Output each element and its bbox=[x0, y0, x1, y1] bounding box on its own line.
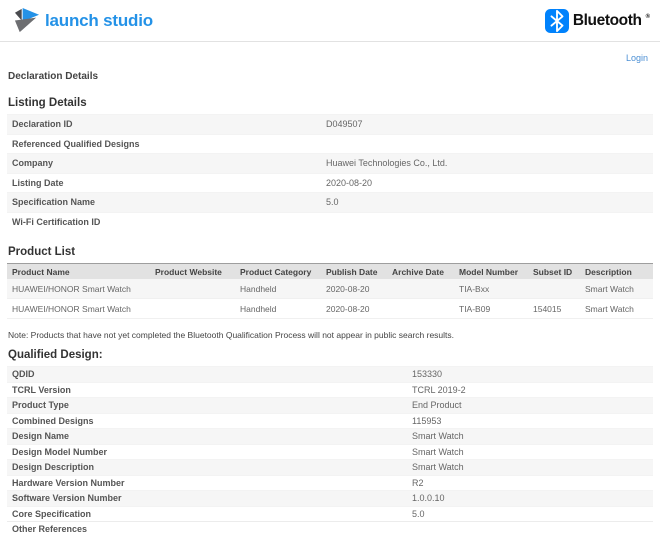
detail-label: Listing Date bbox=[7, 178, 326, 188]
detail-value: End Product bbox=[412, 400, 653, 410]
cell-description: Smart Watch bbox=[580, 299, 653, 319]
bluetooth-icon bbox=[545, 9, 569, 33]
detail-label: Core Specification bbox=[7, 509, 412, 519]
launch-studio-wordmark: launch studio bbox=[45, 11, 153, 31]
cell-product-website bbox=[150, 299, 235, 319]
product-table-body: HUAWEI/HONOR Smart Watch Handheld 2020-0… bbox=[7, 279, 653, 319]
detail-row: Design Name Smart Watch bbox=[7, 428, 653, 444]
detail-row: Other References bbox=[7, 521, 653, 537]
bluetooth-wordmark: Bluetooth bbox=[573, 9, 642, 33]
detail-value: 153330 bbox=[412, 369, 653, 379]
page-title: Declaration Details bbox=[8, 71, 653, 82]
listing-details-title: Listing Details bbox=[8, 97, 653, 109]
detail-value: TCRL 2019-2 bbox=[412, 385, 653, 395]
main-content: Declaration Details Listing Details Decl… bbox=[0, 71, 660, 537]
detail-label: Declaration ID bbox=[7, 119, 326, 129]
detail-value: Huawei Technologies Co., Ltd. bbox=[326, 158, 653, 168]
cell-product-website bbox=[150, 279, 235, 299]
product-table-header-cell: Product Category bbox=[235, 264, 321, 280]
product-table-header-cell: Description bbox=[580, 264, 653, 280]
detail-value: 5.0 bbox=[412, 509, 653, 519]
cell-archive-date bbox=[387, 299, 454, 319]
detail-value: R2 bbox=[412, 478, 653, 488]
cell-publish-date: 2020-08-20 bbox=[321, 279, 387, 299]
product-table-row: HUAWEI/HONOR Smart Watch Handheld 2020-0… bbox=[7, 279, 653, 299]
cell-publish-date: 2020-08-20 bbox=[321, 299, 387, 319]
detail-label: QDID bbox=[7, 369, 412, 379]
detail-row: Core Specification 5.0 bbox=[7, 506, 653, 522]
detail-row: Referenced Qualified Designs bbox=[7, 134, 653, 154]
cell-product-category: Handheld bbox=[235, 279, 321, 299]
detail-row: Design Model Number Smart Watch bbox=[7, 444, 653, 460]
detail-label: Wi-Fi Certification ID bbox=[7, 217, 326, 227]
cell-product-name: HUAWEI/HONOR Smart Watch bbox=[7, 279, 150, 299]
product-table-header-cell: Product Name bbox=[7, 264, 150, 280]
header: launch studio Bluetooth ® bbox=[0, 0, 660, 42]
detail-label: Design Description bbox=[7, 462, 412, 472]
qualified-design-title: Qualified Design: bbox=[8, 349, 653, 361]
detail-label: Company bbox=[7, 158, 326, 168]
cell-model-number: TIA-Bxx bbox=[454, 279, 528, 299]
product-table: Product Name Product Website Product Cat… bbox=[7, 263, 653, 319]
launch-studio-logo[interactable]: launch studio bbox=[13, 7, 153, 34]
cell-archive-date bbox=[387, 279, 454, 299]
cell-subset-id: 154015 bbox=[528, 299, 580, 319]
detail-row: QDID 153330 bbox=[7, 366, 653, 382]
listing-details-rows: Declaration ID D049507 Referenced Qualif… bbox=[7, 114, 653, 231]
detail-value: 5.0 bbox=[326, 197, 653, 207]
detail-row: Combined Designs 115953 bbox=[7, 413, 653, 429]
cell-model-number: TIA-B09 bbox=[454, 299, 528, 319]
login-row: Login bbox=[0, 42, 660, 61]
detail-row: Design Description Smart Watch bbox=[7, 459, 653, 475]
product-table-header-cell: Publish Date bbox=[321, 264, 387, 280]
detail-label: Design Name bbox=[7, 431, 412, 441]
product-list-title: Product List bbox=[8, 246, 653, 258]
product-table-header-cell: Subset ID bbox=[528, 264, 580, 280]
detail-label: TCRL Version bbox=[7, 385, 412, 395]
detail-row: TCRL Version TCRL 2019-2 bbox=[7, 382, 653, 398]
detail-label: Other References bbox=[7, 524, 412, 534]
detail-row: Declaration ID D049507 bbox=[7, 114, 653, 134]
detail-row: Wi-Fi Certification ID bbox=[7, 212, 653, 232]
qualification-note: Note: Products that have not yet complet… bbox=[8, 330, 653, 340]
cell-product-name: HUAWEI/HONOR Smart Watch bbox=[7, 299, 150, 319]
detail-label: Hardware Version Number bbox=[7, 478, 412, 488]
cell-product-category: Handheld bbox=[235, 299, 321, 319]
detail-row: Company Huawei Technologies Co., Ltd. bbox=[7, 153, 653, 173]
detail-row: Software Version Number 1.0.0.10 bbox=[7, 490, 653, 506]
detail-row: Specification Name 5.0 bbox=[7, 192, 653, 212]
detail-value: 2020-08-20 bbox=[326, 178, 653, 188]
product-table-header-row: Product Name Product Website Product Cat… bbox=[7, 264, 653, 280]
launch-studio-icon bbox=[13, 7, 40, 34]
detail-value: D049507 bbox=[326, 119, 653, 129]
bluetooth-logo[interactable]: Bluetooth ® bbox=[545, 9, 650, 33]
detail-row: Hardware Version Number R2 bbox=[7, 475, 653, 491]
detail-value: Smart Watch bbox=[412, 462, 653, 472]
detail-label: Referenced Qualified Designs bbox=[7, 139, 326, 149]
registered-mark: ® bbox=[646, 12, 650, 22]
product-table-header-cell: Model Number bbox=[454, 264, 528, 280]
cell-description: Smart Watch bbox=[580, 279, 653, 299]
detail-value: Smart Watch bbox=[412, 431, 653, 441]
detail-value: Smart Watch bbox=[412, 447, 653, 457]
cell-subset-id bbox=[528, 279, 580, 299]
product-table-row: HUAWEI/HONOR Smart Watch Handheld 2020-0… bbox=[7, 299, 653, 319]
detail-row: Product Type End Product bbox=[7, 397, 653, 413]
detail-label: Product Type bbox=[7, 400, 412, 410]
qualified-design-rows: QDID 153330 TCRL Version TCRL 2019-2 Pro… bbox=[7, 366, 653, 537]
detail-label: Combined Designs bbox=[7, 416, 412, 426]
detail-label: Specification Name bbox=[7, 197, 326, 207]
detail-label: Design Model Number bbox=[7, 447, 412, 457]
detail-value: 115953 bbox=[412, 416, 653, 426]
product-table-header-cell: Archive Date bbox=[387, 264, 454, 280]
product-table-header-cell: Product Website bbox=[150, 264, 235, 280]
login-link[interactable]: Login bbox=[626, 53, 648, 63]
detail-row: Listing Date 2020-08-20 bbox=[7, 173, 653, 193]
